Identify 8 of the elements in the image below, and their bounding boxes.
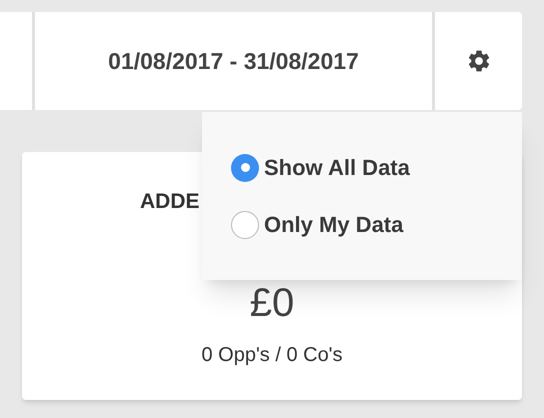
date-range[interactable]: 01/08/2017 - 31/08/2017 (108, 44, 359, 78)
option-label[interactable]: Show All Data (264, 151, 410, 184)
option-label[interactable]: Only My Data (264, 208, 404, 241)
radio-button[interactable] (231, 210, 259, 238)
card-value: £0 (248, 283, 296, 323)
card-subtitle: 0 Opp's / 0 Co's (200, 343, 344, 368)
radio-button[interactable] (231, 154, 259, 182)
card-title: ADDE (140, 189, 200, 215)
